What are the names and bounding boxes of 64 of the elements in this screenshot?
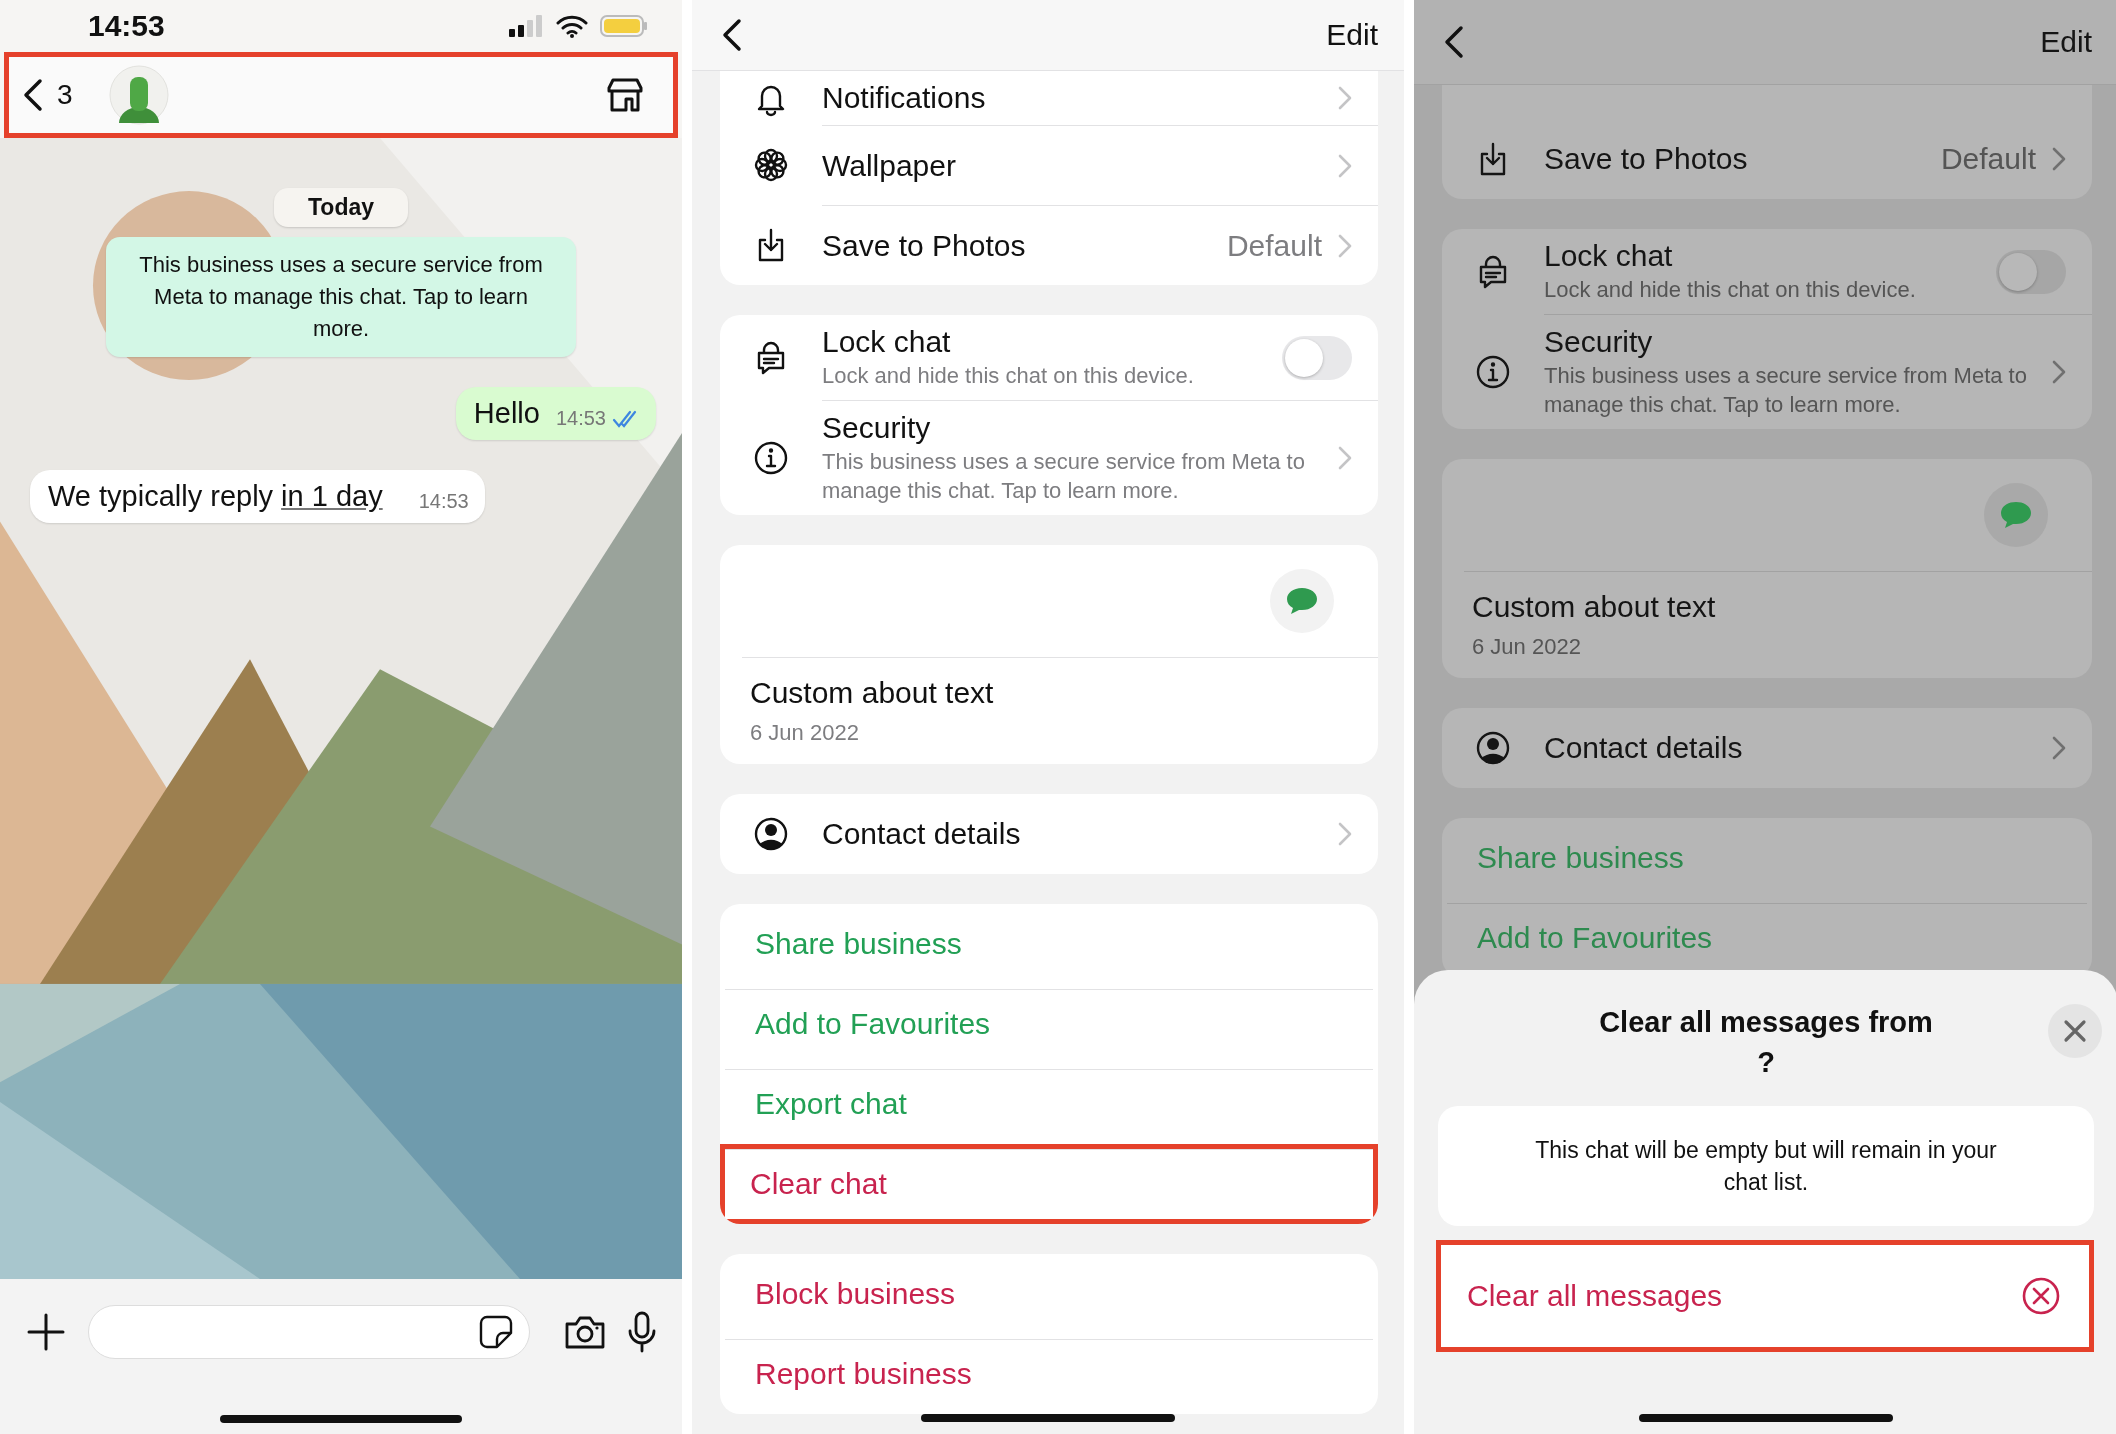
- back-icon[interactable]: [722, 18, 742, 52]
- camera-icon[interactable]: [564, 1314, 606, 1350]
- setting-description: Lock and hide this chat on this device.: [1544, 276, 1917, 304]
- signal-icon: [508, 14, 544, 38]
- setting-label[interactable]: Security: [822, 411, 1322, 445]
- microphone-icon[interactable]: [628, 1311, 656, 1353]
- setting-label[interactable]: Lock chat: [822, 325, 1266, 359]
- setting-label[interactable]: Contact details: [1544, 731, 2036, 765]
- about-text: Custom about text: [750, 676, 995, 710]
- chevron-icon: [2052, 736, 2066, 760]
- sheet-message: This chat will be empty but will remain in your chat list.: [1438, 1106, 2094, 1226]
- wifi-icon: [556, 14, 588, 38]
- system-notice[interactable]: This business uses a secure service from Meta to manage this chat. Tap to learn more.: [106, 237, 576, 357]
- chevron-icon: [1338, 446, 1352, 470]
- store-icon[interactable]: [605, 77, 645, 113]
- back-icon[interactable]: [23, 78, 43, 112]
- about-text: Custom about text: [1472, 590, 1717, 624]
- edit-button[interactable]: Edit: [1326, 18, 1378, 52]
- unread-count: 3: [57, 79, 73, 111]
- status-time: 14:53: [88, 9, 165, 43]
- setting-label[interactable]: Lock chat: [1544, 239, 1980, 273]
- date-chip: Today: [274, 188, 408, 227]
- chevron-icon: [1338, 233, 1352, 258]
- destructive-action[interactable]: Report business: [720, 1334, 1378, 1414]
- clear-all-button[interactable]: Clear all messages: [1436, 1240, 2094, 1352]
- message-field[interactable]: [88, 1305, 530, 1359]
- setting-label[interactable]: Save to Photos: [822, 228, 1211, 263]
- avatar[interactable]: [108, 65, 169, 125]
- toggle-switch[interactable]: [1282, 335, 1352, 380]
- sheet-title-end: ?: [1757, 1045, 1775, 1080]
- battery-icon: [600, 14, 648, 38]
- reply-time-link[interactable]: in 1 day: [281, 480, 383, 513]
- close-button[interactable]: [2048, 1004, 2102, 1058]
- setting-value: Default: [1940, 142, 2036, 176]
- setting-label[interactable]: Wallpaper: [822, 148, 1322, 183]
- plus-icon[interactable]: [26, 1312, 66, 1352]
- setting-description: This business uses a secure service from Meta to manage this chat. Tap to learn more.: [822, 448, 1306, 505]
- chevron-icon: [1338, 153, 1352, 178]
- sheet-title: Clear all messages from: [1599, 1005, 1933, 1040]
- edit-button[interactable]: Edit: [2040, 25, 2092, 59]
- setting-label[interactable]: Save to Photos: [1544, 142, 1925, 176]
- setting-label[interactable]: Security: [1544, 325, 2036, 359]
- clear-circle-icon: [2021, 1276, 2061, 1316]
- message-time: 14:53: [418, 490, 469, 513]
- setting-description: Lock and hide this chat on this device.: [822, 362, 1195, 390]
- chevron-icon: [2052, 147, 2066, 171]
- close-icon: [2063, 1019, 2087, 1043]
- destructive-action[interactable]: Clear chat: [720, 1144, 1378, 1224]
- message-time: 14:53: [555, 407, 606, 430]
- message-text: Hello: [473, 397, 540, 430]
- setting-value: Default: [1226, 228, 1322, 263]
- chevron-icon: [2052, 360, 2066, 384]
- about-date: 6 Jun 2022: [1472, 634, 1582, 660]
- back-icon[interactable]: [1444, 25, 1464, 59]
- message-text: We typically reply: [48, 480, 274, 513]
- toggle-switch[interactable]: [1996, 249, 2066, 294]
- sticker-icon[interactable]: [479, 1315, 513, 1349]
- chevron-icon: [1338, 822, 1352, 846]
- setting-description: This business uses a secure service from Meta to manage this chat. Tap to learn more.: [1544, 362, 2028, 419]
- setting-label[interactable]: Notifications: [822, 81, 1322, 115]
- destructive-action[interactable]: Block business: [720, 1254, 1378, 1334]
- setting-label[interactable]: Contact details: [822, 817, 1322, 851]
- chevron-icon: [1338, 86, 1352, 110]
- about-date: 6 Jun 2022: [750, 720, 860, 746]
